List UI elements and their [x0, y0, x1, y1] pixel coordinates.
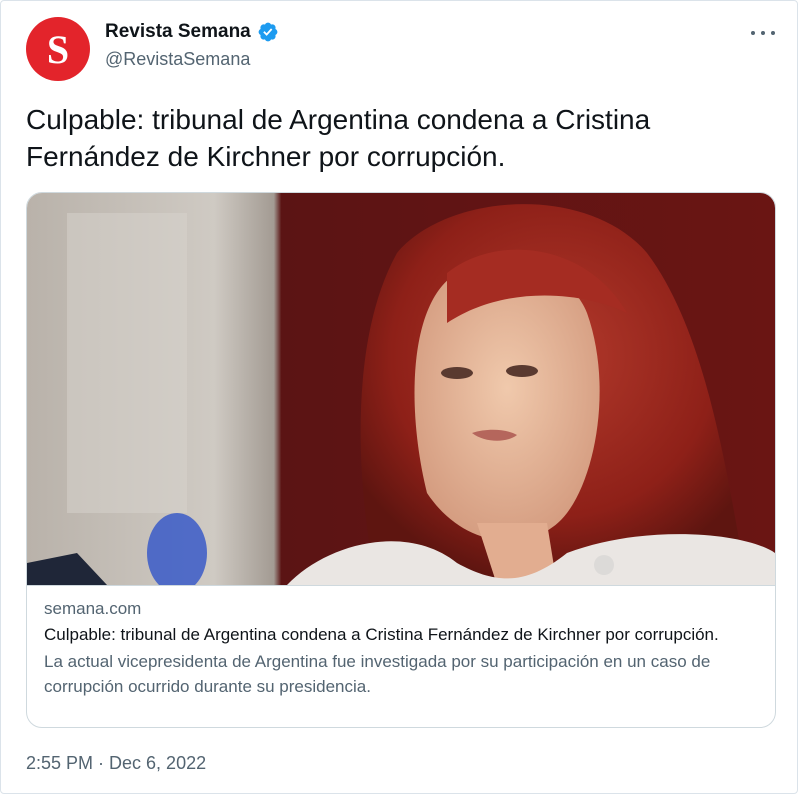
- author-info: Revista Semana @RevistaSemana: [105, 21, 279, 70]
- tweet-text: Culpable: tribunal de Argentina condena …: [26, 104, 651, 172]
- verified-badge-icon: [258, 22, 278, 42]
- card-domain: semana.com: [44, 599, 142, 618]
- avatar-letter: S: [46, 26, 70, 72]
- link-card[interactable]: semana.com Culpable: tribunal de Argenti…: [26, 192, 776, 728]
- tweet-timestamp[interactable]: 2:55 PM · Dec 6, 2022: [26, 753, 206, 774]
- author-avatar[interactable]: S: [26, 17, 90, 81]
- article-photo[interactable]: [27, 193, 775, 585]
- card-description: La actual vicepresidenta de Argentina fu…: [44, 652, 711, 696]
- more-options-icon[interactable]: [751, 23, 775, 43]
- tweet-card[interactable]: S Revista Semana @RevistaSemana Culpable…: [0, 0, 798, 794]
- card-body: semana.com Culpable: tribunal de Argenti…: [27, 585, 775, 699]
- author-display-name[interactable]: Revista Semana: [105, 21, 251, 43]
- card-title[interactable]: Culpable: tribunal de Argentina condena …: [44, 623, 759, 647]
- author-handle[interactable]: @RevistaSemana: [105, 49, 279, 70]
